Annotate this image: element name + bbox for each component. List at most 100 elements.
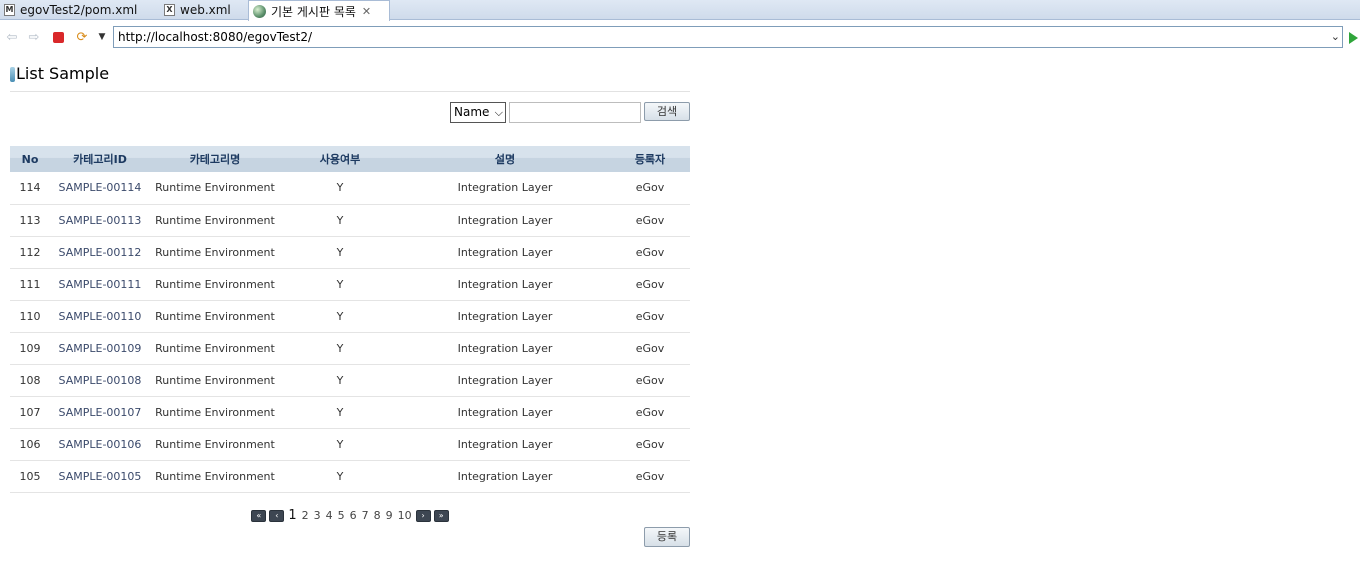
tab-board-list[interactable]: 기본 게시판 목록 ✕ [248,0,390,21]
cell-use-yn: Y [280,332,400,365]
cell-description: Integration Layer [400,300,610,333]
page-link[interactable]: 7 [361,509,370,522]
cell-category-id-link[interactable]: SAMPLE-00107 [50,396,150,429]
bottom-actions: 등록 [10,526,690,567]
header-description: 설명 [400,146,610,172]
table-row: 112 SAMPLE-00112 Runtime Environment Y I… [10,236,690,269]
cell-description: Integration Layer [400,172,610,205]
cell-no: 109 [10,332,50,365]
cell-no: 113 [10,204,50,237]
url-text: http://localhost:8080/egovTest2/ [118,30,313,44]
cell-no: 111 [10,268,50,301]
page-link[interactable]: 2 [301,509,310,522]
cell-description: Integration Layer [400,332,610,365]
stop-icon [52,31,64,43]
cell-category-name: Runtime Environment [150,460,280,493]
refresh-icon[interactable]: ⟳ [74,29,90,45]
cell-registrant: eGov [610,332,690,365]
cell-use-yn: Y [280,204,400,237]
cell-description: Integration Layer [400,364,610,397]
cell-registrant: eGov [610,172,690,205]
cell-category-id-link[interactable]: SAMPLE-00106 [50,428,150,461]
cell-category-id-link[interactable]: SAMPLE-00113 [50,204,150,237]
cell-no: 114 [10,172,50,205]
cell-no: 105 [10,460,50,493]
tab-label: 기본 게시판 목록 [271,4,356,19]
cell-category-id-link[interactable]: SAMPLE-00109 [50,332,150,365]
page-current: 1 [288,508,297,523]
table-row: 106 SAMPLE-00106 Runtime Environment Y I… [10,428,690,461]
cell-category-name: Runtime Environment [150,300,280,333]
register-button[interactable]: 등록 [644,526,690,547]
tab-label: web.xml [180,3,231,17]
cell-use-yn: Y [280,428,400,461]
page-link[interactable]: 4 [325,509,334,522]
cell-use-yn: Y [280,396,400,429]
table-row: 105 SAMPLE-00105 Runtime Environment Y I… [10,460,690,493]
cell-registrant: eGov [610,236,690,269]
search-input[interactable] [509,102,641,123]
cell-description: Integration Layer [400,236,610,269]
cell-registrant: eGov [610,428,690,461]
cell-use-yn: Y [280,268,400,301]
cell-use-yn: Y [280,364,400,397]
cell-description: Integration Layer [400,428,610,461]
page-link[interactable]: 3 [313,509,322,522]
cell-description: Integration Layer [400,268,610,301]
chevron-down-icon: ⌵ [494,106,503,119]
sample-list-table: No 카테고리ID 카테고리명 사용여부 설명 등록자 114 SAMPLE-0… [10,146,690,493]
cell-category-id-link[interactable]: SAMPLE-00114 [50,172,150,205]
back-arrow-icon[interactable]: ⇦ [4,29,20,45]
prev-page-icon[interactable]: ‹ [269,509,285,522]
title-row: List Sample [10,55,690,92]
cell-category-name: Runtime Environment [150,364,280,397]
url-input[interactable]: http://localhost:8080/egovTest2/ ⌄ [113,26,1343,48]
header-category-name: 카테고리명 [150,146,280,172]
page-link[interactable]: 9 [385,509,394,522]
tab-pom-xml[interactable]: M egovTest2/pom.xml [0,0,160,20]
page-link[interactable]: 10 [397,509,413,522]
page-link[interactable]: 5 [337,509,346,522]
cell-no: 112 [10,236,50,269]
search-button[interactable]: 검색 [644,102,690,121]
tab-web-xml[interactable]: X web.xml [160,0,248,20]
page-link[interactable]: 8 [373,509,382,522]
cell-category-id-link[interactable]: SAMPLE-00111 [50,268,150,301]
search-bar: Name ⌵ 검색 [10,92,690,146]
search-condition-select[interactable]: Name ⌵ [450,102,506,123]
cell-no: 110 [10,300,50,333]
refresh-menu-chevron-icon[interactable]: ▼ [94,29,110,45]
last-page-icon[interactable]: » [433,509,449,522]
cell-category-id-link[interactable]: SAMPLE-00110 [50,300,150,333]
table-header-row: No 카테고리ID 카테고리명 사용여부 설명 등록자 [10,146,690,172]
cell-no: 107 [10,396,50,429]
cell-category-name: Runtime Environment [150,332,280,365]
maven-file-icon: M [4,4,15,16]
table-row: 109 SAMPLE-00109 Runtime Environment Y I… [10,332,690,365]
stop-button[interactable] [50,29,66,45]
header-registrant: 등록자 [610,146,690,172]
cell-category-id-link[interactable]: SAMPLE-00105 [50,460,150,493]
cell-category-id-link[interactable]: SAMPLE-00108 [50,364,150,397]
first-page-icon[interactable]: « [251,509,267,522]
pagination: « ‹ 1 2 3 4 5 6 7 8 9 10 › » [10,503,690,527]
forward-arrow-icon[interactable]: ⇨ [26,29,42,45]
cell-description: Integration Layer [400,460,610,493]
cell-category-name: Runtime Environment [150,236,280,269]
chevron-down-icon[interactable]: ⌄ [1331,27,1340,47]
cell-category-id-link[interactable]: SAMPLE-00112 [50,236,150,269]
cell-no: 108 [10,364,50,397]
cell-use-yn: Y [280,460,400,493]
pagination-controls: « ‹ 1 2 3 4 5 6 7 8 9 10 › » [251,508,449,523]
title-bullet-icon [10,67,15,82]
cell-registrant: eGov [610,268,690,301]
cell-registrant: eGov [610,300,690,333]
cell-use-yn: Y [280,300,400,333]
next-page-icon[interactable]: › [415,509,431,522]
cell-use-yn: Y [280,236,400,269]
page-link[interactable]: 6 [349,509,358,522]
cell-registrant: eGov [610,364,690,397]
cell-category-name: Runtime Environment [150,428,280,461]
go-icon[interactable] [1349,32,1358,44]
close-icon[interactable]: ✕ [362,5,371,18]
